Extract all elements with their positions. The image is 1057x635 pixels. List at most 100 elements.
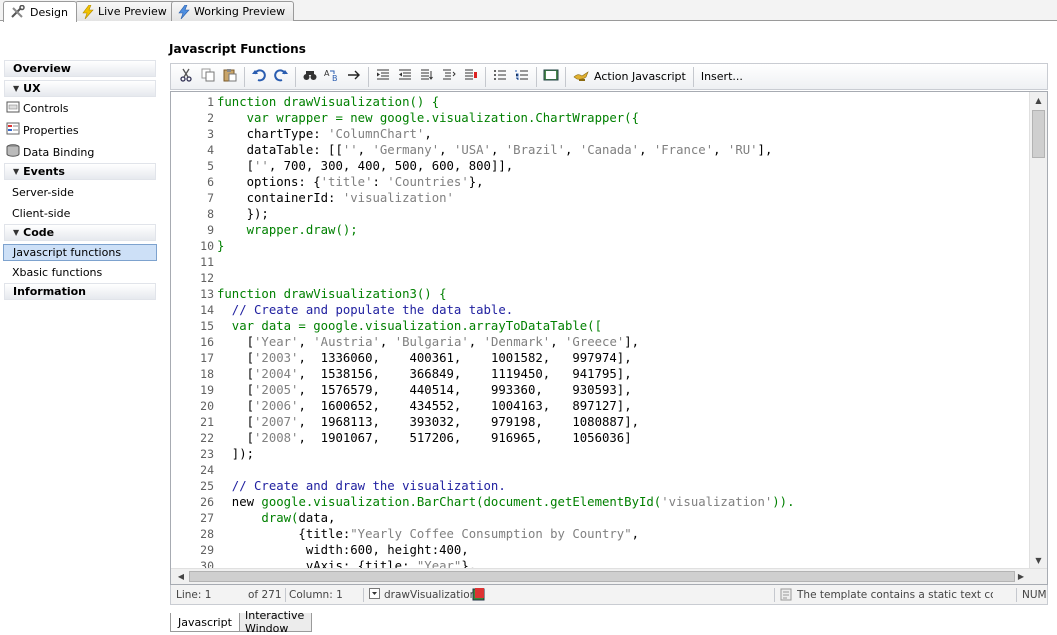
code-line[interactable]: 26 new google.visualization.BarChart(doc…	[171, 494, 1028, 510]
code-line[interactable]: 19 ['2005', 1576579, 440514, 993360, 930…	[171, 382, 1028, 398]
book-button[interactable]	[540, 66, 562, 88]
code-line[interactable]: 23 ]);	[171, 446, 1028, 462]
status-function-name[interactable]: drawVisualization	[384, 589, 476, 601]
horizontal-scroll-thumb[interactable]	[189, 571, 1015, 582]
tab-interactive-window[interactable]: Interactive Window	[237, 609, 313, 635]
number-list-button[interactable]	[511, 66, 533, 88]
insert-menu-button[interactable]: Insert...	[697, 66, 747, 88]
line-number: 26	[200, 495, 214, 509]
code-line[interactable]: 17 ['2003', 1336060, 400361, 1001582, 99…	[171, 350, 1028, 366]
code-line[interactable]: 16 ['Year', 'Austria', 'Bulgaria', 'Denm…	[171, 334, 1028, 350]
horizontal-scrollbar[interactable]: ◀ ▶	[171, 568, 1047, 584]
code-line[interactable]: 30 vAxis: {title: "Year"},	[171, 558, 1028, 568]
code-token: vAxis: {title:	[217, 559, 417, 568]
code-token: var data =	[217, 319, 314, 333]
code-line[interactable]: 4 dataTable: [['', 'Germany', 'USA', 'Br…	[171, 142, 1028, 158]
sidebar-section-events[interactable]: ▼ Events	[4, 163, 156, 180]
code-editor[interactable]: 1 function drawVisualization() {2 var wra…	[170, 91, 1048, 585]
code-line[interactable]: 6 options: {'title': 'Countries'},	[171, 174, 1028, 190]
code-token: ,	[490, 143, 506, 157]
scroll-down-icon[interactable]: ▼	[1030, 552, 1047, 568]
tab-working-preview[interactable]: Working Preview	[171, 1, 295, 21]
tab-live-preview[interactable]: Live Preview	[75, 1, 176, 21]
tab-design[interactable]: Design	[3, 1, 77, 22]
redo-icon	[274, 68, 288, 85]
sidebar-item-client-side[interactable]: Client-side	[0, 202, 160, 224]
code-text: }	[217, 238, 224, 254]
action-javascript-button[interactable]: Action Javascript	[569, 66, 690, 88]
paste-button[interactable]	[219, 66, 241, 88]
code-text: {title:"Yearly Coffee Consumption by Cou…	[217, 526, 639, 542]
code-line[interactable]: 22 ['2008', 1901067, 517206, 916965, 105…	[171, 430, 1028, 446]
code-text: chartType: 'ColumnChart',	[217, 126, 432, 142]
code-line[interactable]: 12	[171, 270, 1028, 286]
indent-button[interactable]	[372, 66, 394, 88]
copy-button[interactable]	[197, 66, 219, 88]
code-line[interactable]: 20 ['2006', 1600652, 434552, 1004163, 89…	[171, 398, 1028, 414]
code-line[interactable]: 29 width:600, height:400,	[171, 542, 1028, 558]
code-line[interactable]: 8 });	[171, 206, 1028, 222]
line-number: 8	[207, 207, 214, 221]
sidebar-section-code[interactable]: ▼ Code	[4, 224, 156, 241]
code-line[interactable]: 27 draw(data,	[171, 510, 1028, 526]
function-dropdown-icon[interactable]	[369, 588, 380, 602]
code-line[interactable]: 15 var data = google.visualization.array…	[171, 318, 1028, 334]
line-number: 30	[200, 559, 214, 568]
scroll-right-icon[interactable]: ▶	[1013, 569, 1029, 584]
tab-javascript-label: Javascript	[178, 615, 232, 629]
replace-button[interactable]: AB	[321, 66, 343, 88]
redo-button[interactable]	[270, 66, 292, 88]
code-line[interactable]: 3 chartType: 'ColumnChart',	[171, 126, 1028, 142]
sidebar-overview[interactable]: Overview	[4, 60, 156, 77]
code-line[interactable]: 14 // Create and populate the data table…	[171, 302, 1028, 318]
undo-button[interactable]	[248, 66, 270, 88]
scroll-left-icon[interactable]: ◀	[173, 569, 189, 584]
scroll-up-icon[interactable]: ▲	[1030, 92, 1047, 108]
outdent-button[interactable]	[394, 66, 416, 88]
sidebar-item-data-binding[interactable]: Data Binding	[0, 141, 160, 163]
code-line[interactable]: 13 function drawVisualization3() {	[171, 286, 1028, 302]
bullet-list-button[interactable]	[489, 66, 511, 88]
code-token: 'Bulgaria'	[394, 335, 469, 349]
line-number: 3	[207, 127, 214, 141]
code-line[interactable]: 18 ['2004', 1538156, 366849, 1119450, 94…	[171, 366, 1028, 382]
find-button[interactable]	[299, 66, 321, 88]
code-line[interactable]: 21 ['2007', 1968113, 393032, 979198, 108…	[171, 414, 1028, 430]
code-line[interactable]: 5 ['', 700, 300, 400, 500, 600, 800]],	[171, 158, 1028, 174]
sidebar-item-properties[interactable]: Properties	[0, 119, 160, 141]
sidebar-item-javascript-functions[interactable]: Javascript functions	[3, 244, 157, 261]
code-token: [	[217, 383, 255, 397]
tab-javascript[interactable]: Javascript	[170, 613, 240, 632]
sidebar-item-server-side[interactable]: Server-side	[0, 180, 160, 202]
code-line[interactable]: 7 containerId: 'visualization'	[171, 190, 1028, 206]
code-token: ,	[298, 335, 314, 349]
code-area[interactable]: 1 function drawVisualization() {2 var wra…	[171, 94, 1028, 568]
sidebar-section-ux[interactable]: ▼ UX	[4, 80, 156, 97]
sidebar-information[interactable]: Information	[4, 283, 156, 300]
code-token: dataTable: [[	[217, 143, 343, 157]
code-line[interactable]: 9 wrapper.draw();	[171, 222, 1028, 238]
function-book-icon[interactable]	[472, 587, 486, 604]
vertical-scrollbar[interactable]: ▲ ▼	[1029, 92, 1047, 568]
code-token: , 1538156, 366849, 1119450, 941795],	[298, 367, 632, 381]
undo-icon	[252, 68, 266, 85]
sidebar-item-xbasic-functions[interactable]: Xbasic functions	[0, 261, 160, 283]
vertical-scroll-thumb[interactable]	[1032, 110, 1045, 158]
code-line[interactable]: 10}	[171, 238, 1028, 254]
comment-button[interactable]	[416, 66, 438, 88]
code-line[interactable]: 24	[171, 462, 1028, 478]
code-line[interactable]: 25 // Create and draw the visualization.	[171, 478, 1028, 494]
cut-button[interactable]	[175, 66, 197, 88]
code-line[interactable]: 11	[171, 254, 1028, 270]
code-line[interactable]: 28 {title:"Yearly Coffee Consumption by …	[171, 526, 1028, 542]
code-token: 'Year'	[254, 335, 299, 349]
code-line[interactable]: 1 function drawVisualization() {	[171, 94, 1028, 110]
uncomment-button[interactable]	[438, 66, 460, 88]
goto-button[interactable]	[343, 66, 365, 88]
paste-icon	[223, 68, 237, 85]
code-line[interactable]: 2 var wrapper = new google.visualization…	[171, 110, 1028, 126]
line-number: 15	[200, 319, 214, 333]
bookmark-button[interactable]	[460, 66, 482, 88]
sidebar-item-controls[interactable]: Controls	[0, 97, 160, 119]
code-token: data,	[298, 511, 336, 525]
